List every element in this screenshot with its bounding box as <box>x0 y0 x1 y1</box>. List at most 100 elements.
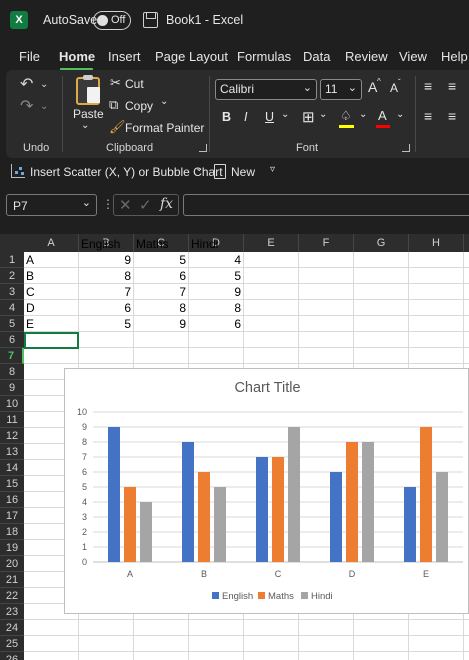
row-header-2[interactable]: 2 <box>0 268 24 284</box>
format-painter-button[interactable]: Format Painter <box>125 121 204 135</box>
row-header-3[interactable]: 3 <box>0 284 24 300</box>
row-header-23[interactable]: 23 <box>0 604 24 620</box>
cell-c2[interactable]: 5 <box>134 252 186 268</box>
save-icon[interactable] <box>143 12 158 28</box>
copy-icon[interactable]: ⧉ <box>109 97 118 113</box>
row-header-1[interactable]: 1 <box>0 252 24 268</box>
column-header-g[interactable]: G <box>354 234 409 252</box>
tab-data[interactable]: Data <box>303 49 330 64</box>
row-header-10[interactable]: 10 <box>0 396 24 412</box>
copy-button[interactable]: Copy <box>125 99 153 113</box>
cell-a6[interactable]: E <box>26 316 34 332</box>
font-family-select[interactable]: Calibri ⌄ <box>215 79 317 100</box>
row-header-4[interactable]: 4 <box>0 300 24 316</box>
row-header-15[interactable]: 15 <box>0 476 24 492</box>
borders-icon[interactable]: ⊞ <box>302 108 315 126</box>
cell-b1[interactable]: English <box>81 236 120 252</box>
cell-a3[interactable]: B <box>26 268 34 284</box>
align-center-icon[interactable]: ≡ <box>448 108 456 124</box>
scatter-chart-icon[interactable] <box>11 164 25 178</box>
copy-dropdown-icon[interactable]: ⌄ <box>160 96 168 107</box>
cell-a5[interactable]: D <box>26 300 35 316</box>
cell-d2[interactable]: 4 <box>189 252 241 268</box>
align-top-icon[interactable]: ≡ <box>424 78 432 94</box>
font-color-dropdown-icon[interactable]: ⌄ <box>396 109 404 120</box>
fill-color-dropdown-icon[interactable]: ⌄ <box>359 109 367 120</box>
cell-a2[interactable]: A <box>26 252 34 268</box>
cell-c4[interactable]: 7 <box>134 284 186 300</box>
font-color-icon[interactable]: A <box>378 108 387 123</box>
tab-insert[interactable]: Insert <box>108 49 141 64</box>
tab-review[interactable]: Review <box>345 49 388 64</box>
cell-d3[interactable]: 5 <box>189 268 241 284</box>
align-middle-icon[interactable]: ≡ <box>448 78 456 94</box>
redo-icon[interactable]: ↷ <box>20 96 33 116</box>
chevron-down-icon[interactable]: ⌄ <box>195 163 203 174</box>
italic-button[interactable]: I <box>244 110 247 124</box>
font-launcher-icon[interactable] <box>402 144 410 152</box>
cell-b5[interactable]: 6 <box>79 300 131 316</box>
row-header-5[interactable]: 5 <box>0 316 24 332</box>
row-header-26[interactable]: 26 <box>0 652 24 660</box>
tab-help[interactable]: Help <box>441 49 468 64</box>
paste-button[interactable]: Paste <box>73 107 104 121</box>
align-left-icon[interactable]: ≡ <box>424 108 432 124</box>
cell-d4[interactable]: 9 <box>189 284 241 300</box>
cell-d5[interactable]: 8 <box>189 300 241 316</box>
insert-function-icon[interactable]: fx <box>160 196 173 212</box>
tab-formulas[interactable]: Formulas <box>237 49 291 64</box>
underline-dropdown-icon[interactable]: ⌄ <box>281 109 289 120</box>
tab-page-layout[interactable]: Page Layout <box>155 49 228 64</box>
row-header-20[interactable]: 20 <box>0 556 24 572</box>
tab-file[interactable]: File <box>19 49 40 64</box>
underline-button[interactable]: U <box>265 110 274 124</box>
cell-d1[interactable]: Hindi <box>191 236 218 252</box>
row-header-22[interactable]: 22 <box>0 588 24 604</box>
shrink-font-icon[interactable]: A <box>390 81 398 95</box>
row-header-12[interactable]: 12 <box>0 428 24 444</box>
row-header-14[interactable]: 14 <box>0 460 24 476</box>
chart-object[interactable]: Chart Title 0 1 2 3 4 5 6 7 8 9 10 A B C D E English Math… <box>64 368 469 614</box>
cut-icon[interactable]: ✂ <box>110 75 121 91</box>
bold-button[interactable]: B <box>222 110 231 124</box>
borders-dropdown-icon[interactable]: ⌄ <box>319 109 327 120</box>
cell-b2[interactable]: 9 <box>79 252 131 268</box>
customize-qat-icon[interactable]: ▿ <box>270 164 275 175</box>
cell-b4[interactable]: 7 <box>79 284 131 300</box>
clipboard-launcher-icon[interactable] <box>199 144 207 152</box>
cancel-icon[interactable]: ✕ <box>119 196 132 214</box>
row-header-24[interactable]: 24 <box>0 620 24 636</box>
row-header-9[interactable]: 9 <box>0 380 24 396</box>
column-header-h[interactable]: H <box>409 234 464 252</box>
cell-c5[interactable]: 8 <box>134 300 186 316</box>
row-header-11[interactable]: 11 <box>0 412 24 428</box>
row-header-7[interactable]: 7 <box>0 348 24 364</box>
cell-c1[interactable]: Maths <box>136 236 169 252</box>
enter-icon[interactable]: ✓ <box>139 196 152 214</box>
cell-a4[interactable]: C <box>26 284 35 300</box>
autosave-toggle[interactable]: Off <box>93 11 131 30</box>
redo-dropdown-icon[interactable]: ⌄ <box>40 101 48 112</box>
active-cell-selection[interactable] <box>24 332 79 349</box>
row-header-16[interactable]: 16 <box>0 492 24 508</box>
cut-button[interactable]: Cut <box>125 77 144 91</box>
new-button[interactable]: New <box>231 165 255 179</box>
undo-dropdown-icon[interactable]: ⌄ <box>40 79 48 90</box>
row-header-17[interactable]: 17 <box>0 508 24 524</box>
cell-c6[interactable]: 9 <box>134 316 186 332</box>
paste-dropdown-icon[interactable]: ⌄ <box>81 120 89 131</box>
fill-color-icon[interactable]: ♤ <box>340 108 352 124</box>
cell-b6[interactable]: 5 <box>79 316 131 332</box>
paste-icon[interactable] <box>76 75 100 105</box>
tab-home[interactable]: Home <box>59 49 95 64</box>
row-header-19[interactable]: 19 <box>0 540 24 556</box>
row-header-13[interactable]: 13 <box>0 444 24 460</box>
cell-b3[interactable]: 8 <box>79 268 131 284</box>
row-header-8[interactable]: 8 <box>0 364 24 380</box>
font-size-select[interactable]: 11 ⌄ <box>320 79 362 100</box>
tab-view[interactable]: View <box>399 49 427 64</box>
row-header-6[interactable]: 6 <box>0 332 24 348</box>
row-header-25[interactable]: 25 <box>0 636 24 652</box>
row-header-21[interactable]: 21 <box>0 572 24 588</box>
new-file-icon[interactable] <box>214 164 226 179</box>
